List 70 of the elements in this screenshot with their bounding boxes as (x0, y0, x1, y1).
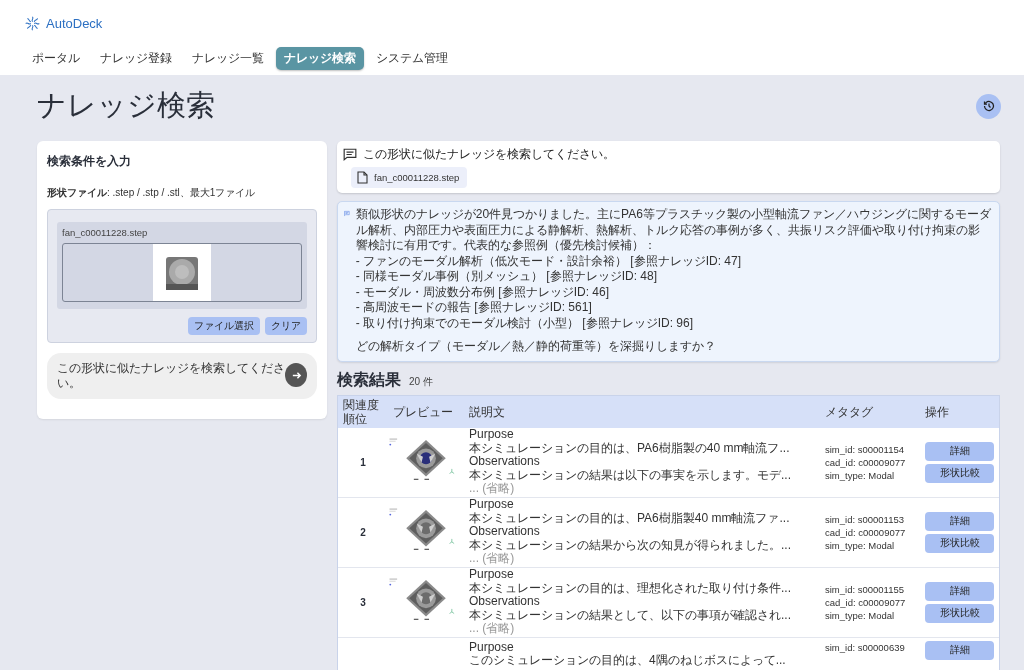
detail-button[interactable]: 詳細 (925, 581, 994, 601)
panel-title: 検索条件を入力 (47, 153, 132, 170)
meta-tag: cad_id: c00009077 (825, 525, 920, 539)
reference-item: - 取り付け拘束でのモーダル検討（小型） [参照ナレッジID: 96] (355, 315, 695, 331)
nav-tab[interactable]: ポータル (24, 47, 88, 70)
description-line: 本シミュレーションの結果から次の知見が得られました。... (469, 538, 792, 552)
description-line: Purpose (469, 640, 515, 654)
query-field[interactable]: この形状に似たナレッジを検索してください。 (47, 353, 317, 399)
meta-tag: sim_type: Modal (825, 608, 920, 622)
nav-tab[interactable]: ナレッジ登録 (92, 47, 180, 70)
history-icon (982, 100, 995, 112)
meta-tag: cad_id: c00009077 (825, 595, 920, 609)
rank-cell-text: 3 (359, 596, 367, 608)
file-icon (357, 171, 368, 184)
logo-icon (24, 14, 41, 32)
description-line: このシミュレーションの目的は、4隅のねじボスによって... (469, 653, 787, 668)
meta-tag: sim_id: s00001155 (825, 582, 920, 596)
compare-button[interactable]: 形状比較 (925, 603, 994, 623)
column-header: メタタグ (824, 404, 874, 419)
send-button[interactable] (285, 363, 307, 387)
rank-cell-text: 1 (359, 456, 367, 468)
nav-tab[interactable]: システム管理 (368, 47, 456, 70)
attachment-chip[interactable]: fan_c00011228.step (351, 167, 468, 188)
page-title: ナレッジ検索 (37, 88, 215, 123)
rank-cell-text: 2 (359, 526, 367, 538)
reference-item: - 高周波モードの報告 [参照ナレッジID: 561] (355, 300, 593, 316)
file-action-button[interactable]: ファイル選択 (188, 317, 260, 335)
description-line: Observations (469, 595, 541, 609)
message-text: どの解析タイプ（モーダル／熱／静的荷重等）を深掘りしますか？ (355, 339, 717, 355)
meta-tag: cad_id: c00009077 (825, 455, 920, 469)
reference-item: - モーダル・周波数分布例 [参照ナレッジID: 46] (355, 284, 611, 300)
description-line: ... (省略) (469, 622, 516, 636)
meta-tag: sim_type: Modal (825, 468, 920, 482)
result-count: 20 件 (409, 374, 433, 389)
history-button[interactable] (976, 93, 1001, 119)
file-name: fan_c00011228.step (62, 227, 149, 238)
file-hint: 形状ファイル: .step / .stp / .stl、最大1ファイル (47, 186, 257, 200)
reference-item: - 同様モーダル事例（別メッシュ） [参照ナレッジID: 48] (355, 269, 659, 285)
description-line: Observations (469, 525, 541, 539)
description-line: Purpose (469, 568, 515, 582)
description-line: Purpose (469, 498, 515, 512)
description-line: Observations (469, 455, 541, 469)
detail-button[interactable]: 詳細 (925, 511, 994, 531)
description-line: 本シミュレーションの目的は、PA6樹脂製の40 mm軸流フ... (469, 441, 791, 456)
column-header: 操作 (924, 404, 950, 419)
meta-tag: sim_id: s00000639 (825, 640, 920, 654)
meta-tag: sim_id: s00001154 (825, 442, 920, 456)
description-line: ... (省略) (469, 552, 516, 566)
column-header: プレビュー (392, 404, 454, 419)
description-line: 本シミュレーションの結果として、以下の事項が確認され... (469, 608, 792, 622)
meta-tag: sim_id: s00001153 (825, 512, 920, 526)
description-line: 本シミュレーションの目的は、理想化された取り付け条件... (469, 581, 792, 596)
message-text: この形状に似たナレッジを検索してください。 (363, 146, 615, 163)
compare-button[interactable]: 形状比較 (925, 533, 994, 553)
description-line: Purpose (469, 428, 515, 442)
message-text: 類似形状のナレッジが20件見つかりました。主にPA6等プラスチック製の小型軸流ファン／ハウジングに関するモーダル解析、内部圧力や表面圧力による静解析、熱解析、トルク応答の事例が多く、共振リスク評価や取り付け拘束の影響検討に有用です。代表的な参照例（優先検討候補）： (355, 207, 991, 254)
column-header: 説明文 (468, 404, 506, 419)
reference-item: - ファンのモーダル解析（低次モード・設計余裕） [参照ナレッジID: 47] (355, 253, 743, 269)
brand-name: AutoDeck (46, 15, 103, 31)
detail-button[interactable]: 詳細 (925, 640, 994, 660)
compare-button[interactable]: 形状比較 (925, 463, 994, 483)
results-title: 検索結果 (337, 369, 401, 390)
column-header: 関連度順位 (342, 397, 380, 426)
description-line: ... (省略) (469, 482, 516, 496)
file-action-button[interactable]: クリア (265, 317, 307, 335)
description-line: 本シミュレーションの結果は以下の事実を示します。モデ... (469, 468, 792, 482)
description-line: 本シミュレーションの目的は、PA6樹脂製40 mm軸流ファ... (469, 511, 791, 526)
nav-tab[interactable]: ナレッジ一覧 (184, 47, 272, 70)
detail-button[interactable]: 詳細 (925, 441, 994, 461)
meta-tag: sim_type: Modal (825, 538, 920, 552)
